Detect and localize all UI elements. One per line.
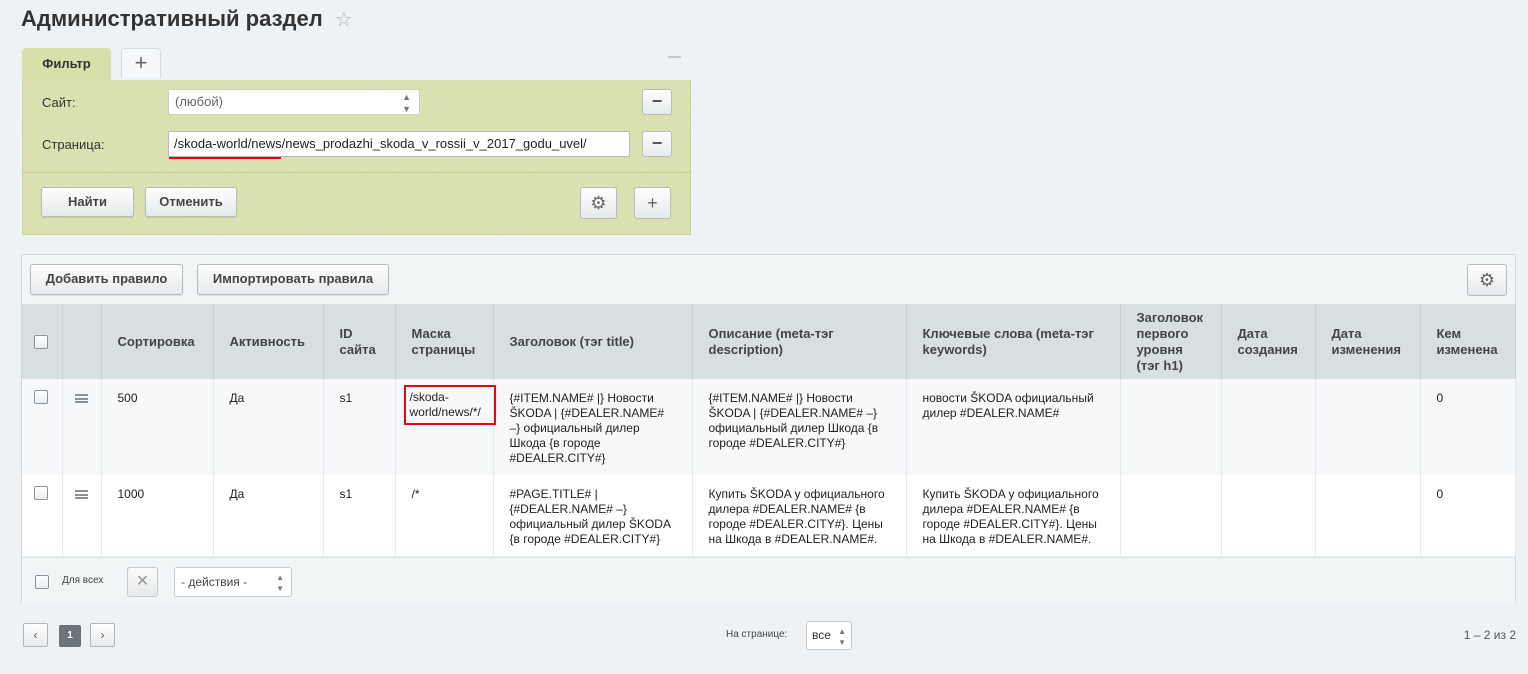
prev-page-button[interactable]: ‹: [23, 623, 48, 647]
cell-modified: [1315, 475, 1421, 556]
cell-description: {#ITEM.NAME# |} Новости ŠKODA | {#DEALER…: [692, 379, 907, 475]
star-icon[interactable]: ☆: [335, 7, 353, 32]
row-actions-cell[interactable]: [62, 379, 102, 475]
cell-sort: 500: [101, 379, 214, 475]
page-label: Страница:: [42, 137, 105, 152]
row-select-cell[interactable]: [22, 475, 63, 556]
column-header[interactable]: Сортировка: [101, 304, 214, 379]
menu-icon[interactable]: [74, 490, 88, 499]
grid-toolbar: Добавить правило Импортировать правила ⚙: [22, 255, 1515, 304]
cell-description: Купить ŠKODA у официального дилера #DEAL…: [692, 475, 907, 556]
red-underline-highlight: [169, 157, 281, 159]
cancel-button[interactable]: Отменить: [145, 187, 237, 217]
cell-h1: [1120, 379, 1222, 475]
cell-h1: [1120, 475, 1222, 556]
actions-select-value: - действия -: [181, 575, 248, 589]
cell-keywords: новости ŠKODA официальный дилер #DEALER.…: [906, 379, 1121, 475]
cell-modified: [1315, 379, 1421, 475]
plus-icon: +: [647, 193, 658, 213]
tab-filter[interactable]: Фильтр: [22, 48, 111, 80]
cell-modified-by: 0: [1420, 475, 1516, 556]
cell-mask: /skoda-world/news/*/: [395, 379, 496, 475]
site-select[interactable]: (любой) ▲ ▼: [168, 89, 420, 115]
column-header[interactable]: Дата создания: [1221, 304, 1316, 379]
grid-settings-button[interactable]: ⚙: [1467, 264, 1507, 296]
find-button[interactable]: Найти: [41, 187, 134, 217]
delete-button[interactable]: ✕: [127, 567, 158, 597]
cell-keywords: Купить ŠKODA у официального дилера #DEAL…: [906, 475, 1121, 556]
row-checkbox[interactable]: [34, 485, 48, 500]
cell-active: Да: [213, 475, 324, 556]
close-icon: ✕: [135, 573, 150, 590]
add-filter-field-button[interactable]: +: [634, 187, 671, 219]
chevron-right-icon: ›: [100, 628, 105, 642]
cell-modified-by: 0: [1420, 379, 1516, 475]
for-all-checkbox[interactable]: [35, 575, 49, 589]
plus-icon: +: [134, 50, 148, 75]
minus-icon: −: [651, 133, 663, 153]
filter-divider: [23, 172, 690, 173]
column-header[interactable]: Ключевые слова (meta-тэг keywords): [906, 304, 1121, 379]
column-header[interactable]: Описание (meta-тэг description): [692, 304, 907, 379]
column-header[interactable]: Маска страницы: [395, 304, 494, 379]
for-all-label: Для всех: [62, 575, 104, 586]
select-arrows-icon: ▲ ▼: [402, 92, 411, 114]
column-header[interactable]: ID сайта: [323, 304, 396, 379]
filter-settings-button[interactable]: ⚙: [580, 187, 617, 219]
page-title-text: Административный раздел: [21, 6, 323, 31]
site-label: Сайт:: [42, 95, 76, 110]
actions-header: [62, 304, 102, 379]
next-page-button[interactable]: ›: [90, 623, 115, 647]
actions-select[interactable]: - действия - ▲ ▼: [174, 567, 292, 597]
select-arrows-icon: ▲ ▼: [276, 573, 284, 593]
gear-icon: ⚙: [1478, 270, 1496, 290]
cell-site-id: s1: [323, 379, 396, 475]
cell-site-id: s1: [323, 475, 396, 556]
row-checkbox[interactable]: [34, 389, 48, 404]
select-all-checkbox[interactable]: [34, 335, 48, 350]
column-header[interactable]: Дата изменения: [1315, 304, 1421, 379]
minus-icon: −: [651, 91, 663, 111]
table-row[interactable]: 500 Да s1 /skoda-world/news/*/ {#ITEM.NA…: [22, 379, 1516, 475]
rules-grid-panel: Добавить правило Импортировать правила ⚙…: [21, 254, 1516, 603]
cell-title: {#ITEM.NAME# |} Новости ŠKODA | {#DEALER…: [493, 379, 693, 475]
select-arrows-icon: ▲ ▼: [838, 627, 846, 647]
table-header-row: Сортировка Активность ID сайта Маска стр…: [22, 304, 1516, 379]
remove-site-field-button[interactable]: −: [642, 89, 672, 115]
minimize-icon[interactable]: [668, 56, 681, 58]
menu-icon[interactable]: [74, 394, 88, 403]
per-page-select[interactable]: все ▲ ▼: [806, 621, 852, 650]
filter-panel: Сайт: (любой) ▲ ▼ − Страница: /skoda-worl…: [22, 80, 691, 235]
per-page-label: На странице:: [726, 629, 788, 640]
gear-icon: ⚙: [590, 193, 607, 213]
add-rule-button[interactable]: Добавить правило: [30, 264, 183, 295]
current-page[interactable]: 1: [59, 625, 81, 647]
page-title: Административный раздел ☆: [21, 6, 353, 32]
cell-sort: 1000: [101, 475, 214, 556]
site-select-value: (любой): [175, 94, 223, 109]
cell-mask: /*: [395, 475, 494, 556]
column-header[interactable]: Кем изменена: [1420, 304, 1516, 379]
select-all-header[interactable]: [22, 304, 63, 379]
remove-page-field-button[interactable]: −: [642, 131, 672, 157]
table-row[interactable]: 1000 Да s1 /* #PAGE.TITLE# | {#DEALER.NA…: [22, 475, 1516, 556]
import-rules-button[interactable]: Импортировать правила: [197, 264, 389, 295]
add-filter-tab-button[interactable]: +: [121, 48, 161, 78]
column-header[interactable]: Активность: [213, 304, 324, 379]
column-header[interactable]: Заголовок первого уровня (тэг h1): [1120, 304, 1222, 379]
pagination-range: 1 – 2 из 2: [1463, 628, 1516, 642]
rules-table: Сортировка Активность ID сайта Маска стр…: [22, 304, 1516, 556]
cell-created: [1221, 379, 1316, 475]
per-page-value: все: [812, 628, 831, 642]
cell-title: #PAGE.TITLE# | {#DEALER.NAME# –} официал…: [493, 475, 693, 556]
row-select-cell[interactable]: [22, 379, 63, 475]
cell-active: Да: [213, 379, 324, 475]
cell-created: [1221, 475, 1316, 556]
page-input[interactable]: /skoda-world/news/news_prodazhi_skoda_v_…: [168, 131, 630, 157]
highlighted-mask: /skoda-world/news/*/: [403, 385, 496, 425]
column-header[interactable]: Заголовок (тэг title): [493, 304, 693, 379]
chevron-left-icon: ‹: [33, 628, 38, 642]
grid-footer: Для всех ✕ - действия - ▲ ▼: [22, 557, 1515, 603]
row-actions-cell[interactable]: [62, 475, 102, 556]
